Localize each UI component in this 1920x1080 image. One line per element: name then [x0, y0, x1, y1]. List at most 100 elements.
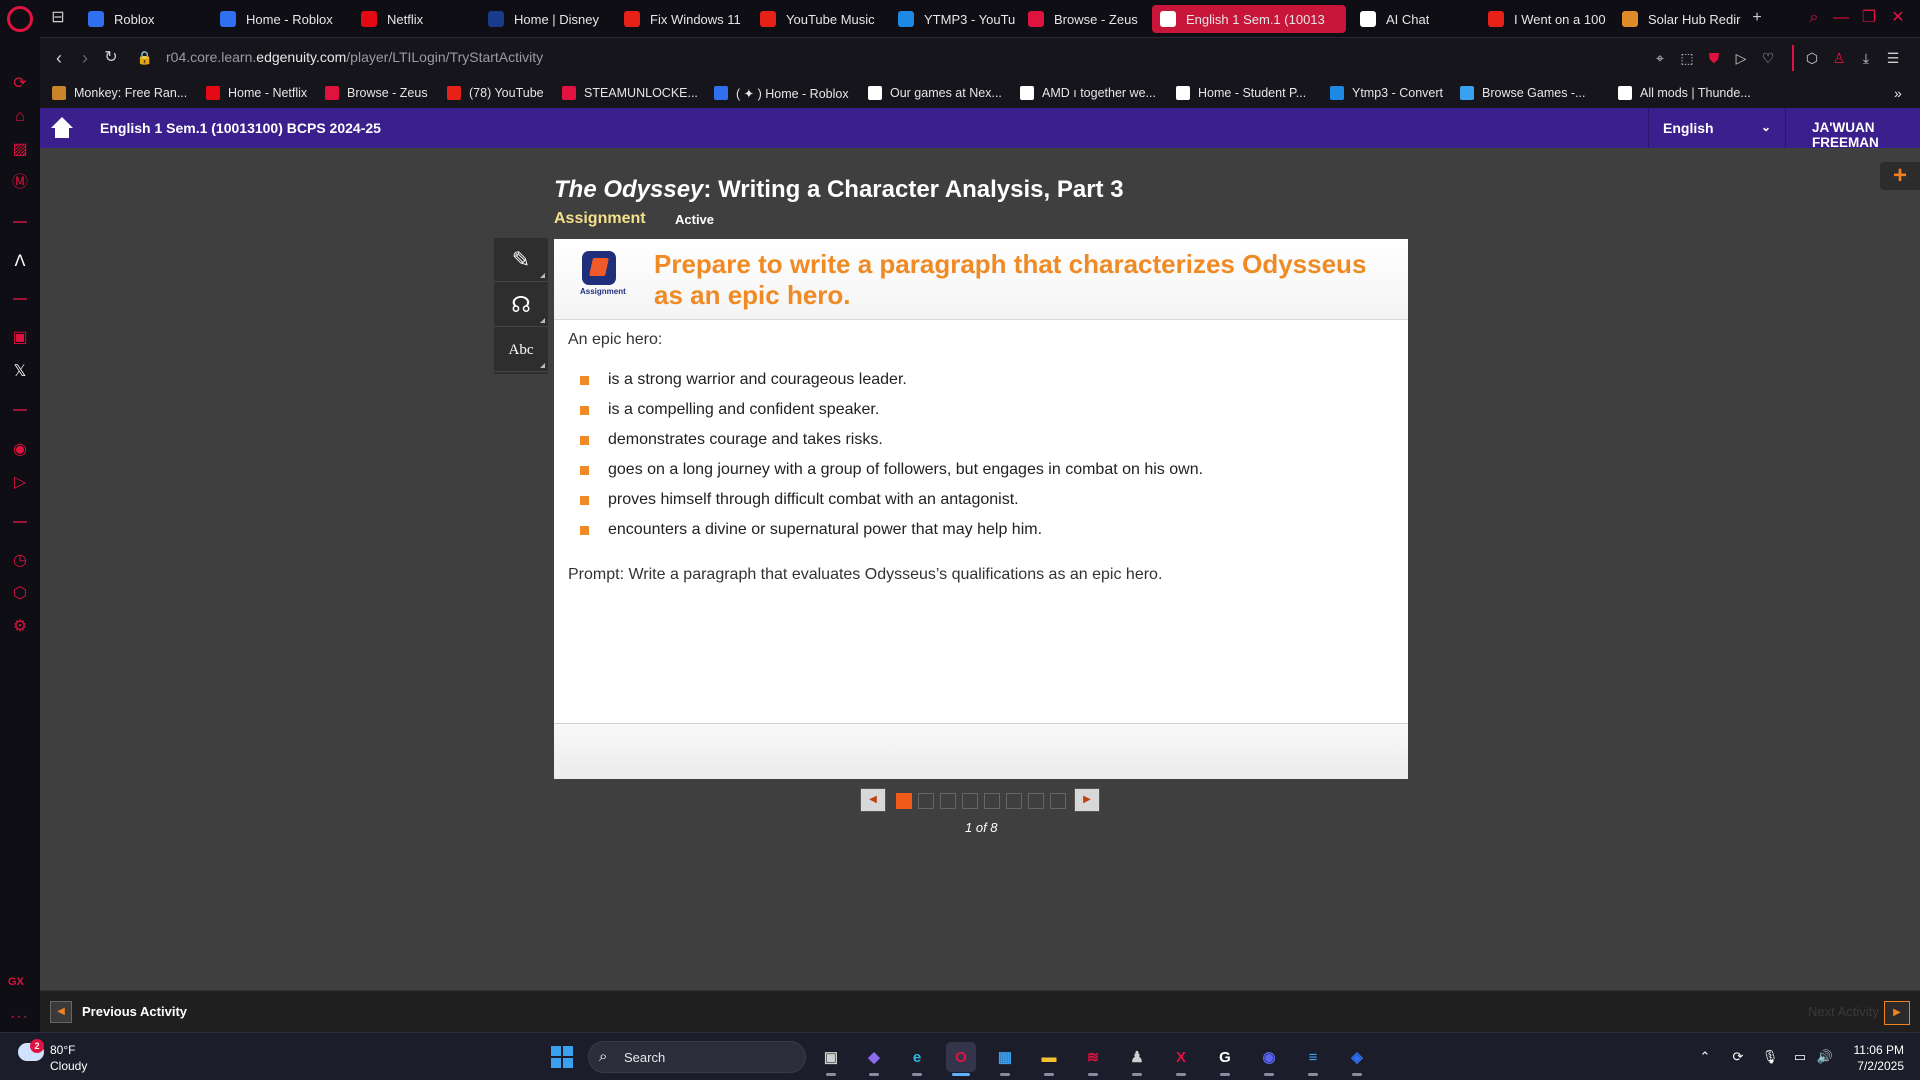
language-select[interactable]: English ⌄ — [1648, 108, 1786, 148]
headphones-icon[interactable]: ☊ — [494, 283, 548, 327]
sidebar-app-icon[interactable]: ᐱ — [10, 252, 30, 272]
pencil-icon[interactable]: ✎ — [494, 238, 548, 282]
extensions-puzzle-icon[interactable]: ⬡ — [1802, 48, 1822, 68]
network-icon[interactable]: ▭ — [1791, 1048, 1809, 1066]
microphone-icon[interactable]: 🎙 — [1761, 1048, 1779, 1066]
browser-tab[interactable]: Fix Windows 11 — [616, 5, 748, 33]
easy-setup-menu-icon[interactable]: ☰ — [1883, 48, 1903, 68]
download-icon[interactable]: ⤓ — [1856, 48, 1876, 68]
new-tab-button[interactable]: + — [1747, 8, 1767, 28]
browser-tab[interactable]: AI Chat — [1352, 5, 1462, 33]
gx-corner-icon[interactable]: ⌂ — [10, 107, 30, 127]
browser-tab[interactable]: Home - Roblox — [212, 5, 352, 33]
settings-gear-icon[interactable]: ⚙ — [10, 617, 30, 637]
bookmark-item[interactable]: Our games at Nex... — [868, 83, 1002, 103]
previous-page-button[interactable]: ◀ — [860, 788, 886, 812]
search-tabs-icon[interactable]: ⌕ — [1804, 8, 1824, 28]
clock-time[interactable]: 11:06 PM — [1850, 1043, 1904, 1057]
page-dot[interactable] — [984, 793, 1000, 809]
bookmark-item[interactable]: Ytmp3 - Convert — [1330, 83, 1443, 103]
dictionary-icon[interactable]: Abc — [494, 328, 548, 372]
clock-date[interactable]: 7/2/2025 — [1850, 1059, 1904, 1073]
vpn-shield-icon[interactable]: ⛊ — [1704, 48, 1724, 68]
extensions-icon[interactable]: ⬡ — [10, 584, 30, 604]
bookmark-item[interactable]: ( ✦ ) Home - Roblox — [714, 83, 849, 103]
edge-icon[interactable]: e — [902, 1042, 932, 1076]
bookmark-item[interactable]: (78) YouTube — [447, 83, 544, 103]
snapshot-icon[interactable]: ⬚ — [1677, 48, 1697, 68]
forward-button[interactable]: › — [74, 47, 96, 69]
notepad-icon[interactable]: ≡ — [1298, 1042, 1328, 1076]
gx-mail-icon[interactable]: Ⓜ — [10, 173, 30, 193]
gx-control-icon[interactable]: ⟳ — [10, 74, 30, 94]
game-app-icon[interactable]: ♟ — [1122, 1042, 1152, 1076]
heart-icon[interactable]: ♡ — [1758, 48, 1778, 68]
browser-tab[interactable]: YTMP3 - YouTu — [890, 5, 1028, 33]
expand-plus-button[interactable]: + — [1880, 162, 1920, 190]
bookmark-item[interactable]: Monkey: Free Ran... — [52, 83, 187, 103]
bookmark-item[interactable]: Browse - Zeus — [325, 83, 428, 103]
opera-gx-logo-icon[interactable] — [7, 6, 33, 32]
maximize-button[interactable]: ❐ — [1859, 8, 1879, 28]
page-dot[interactable] — [896, 793, 912, 809]
next-page-button[interactable]: ▶ — [1074, 788, 1100, 812]
roblox-icon[interactable]: ◈ — [1342, 1042, 1372, 1076]
browser-tab[interactable]: Roblox — [80, 5, 200, 33]
lock-icon[interactable]: 🔒 — [134, 47, 156, 69]
microsoft-store-icon[interactable]: ▦ — [990, 1042, 1020, 1076]
browser-tab[interactable]: YouTube Music — [752, 5, 902, 33]
bookmark-item[interactable]: Browse Games -... — [1460, 83, 1586, 103]
play-icon[interactable]: ▷ — [10, 473, 30, 493]
xbox-style-icon[interactable]: X — [1166, 1042, 1196, 1076]
user-name[interactable]: JA'WUAN FREEMAN — [1812, 120, 1920, 150]
task-view-icon[interactable]: ▣ — [816, 1042, 846, 1076]
copilot-icon[interactable]: ◆ — [859, 1042, 889, 1076]
bookmark-item[interactable]: STEAMUNLOCKE... — [562, 83, 698, 103]
send-icon[interactable]: ▷ — [1731, 48, 1751, 68]
weather-description[interactable]: Cloudy — [50, 1059, 87, 1073]
back-button[interactable]: ‹ — [48, 47, 70, 69]
history-icon[interactable]: ◷ — [10, 551, 30, 571]
profile-icon[interactable]: ♙ — [1829, 48, 1849, 68]
volume-icon[interactable]: 🔊 — [1816, 1048, 1834, 1066]
windows-start-button[interactable] — [551, 1046, 573, 1068]
url-field[interactable]: r04.core.learn.edgenuity.com/player/LTIL… — [166, 49, 543, 65]
twitch-icon[interactable]: ▣ — [10, 328, 30, 348]
browser-tab[interactable]: Solar Hub Redir — [1614, 5, 1742, 33]
discord-icon[interactable]: ◉ — [1254, 1042, 1284, 1076]
previous-activity-button[interactable]: Previous Activity — [82, 1004, 187, 1019]
browser-tab[interactable]: Browse - Zeus — [1020, 5, 1168, 33]
previous-activity-arrow-icon[interactable]: ◀ — [50, 1001, 72, 1023]
browser-tab[interactable]: Netflix — [353, 5, 453, 33]
bookmark-item[interactable]: Home - Netflix — [206, 83, 307, 103]
page-dot[interactable] — [1006, 793, 1022, 809]
bookmark-item[interactable]: All mods | Thunde... — [1618, 83, 1751, 103]
tab-menu-icon[interactable]: ⊟ — [48, 8, 68, 28]
weather-temperature[interactable]: 80°F — [50, 1043, 75, 1057]
gx-cleaner-icon[interactable]: ▨ — [10, 140, 30, 160]
page-dot[interactable] — [1050, 793, 1066, 809]
music-player-icon[interactable]: ◉ — [10, 440, 30, 460]
page-dot[interactable] — [940, 793, 956, 809]
sync-icon[interactable]: ⟳ — [1729, 1048, 1747, 1066]
opera-gx-icon[interactable]: O — [946, 1042, 976, 1076]
close-window-button[interactable]: ✕ — [1888, 8, 1908, 28]
more-dots-icon[interactable]: ··· — [10, 1008, 29, 1026]
reload-button[interactable]: ↻ — [100, 47, 122, 69]
g-hub-icon[interactable]: G — [1210, 1042, 1240, 1076]
minimize-button[interactable]: — — [1831, 8, 1851, 28]
file-explorer-icon[interactable]: ▬ — [1034, 1042, 1064, 1076]
x-twitter-icon[interactable]: 𝕏 — [10, 362, 30, 382]
browser-tab[interactable]: English 1 Sem.1 (10013 — [1152, 5, 1346, 33]
pin-icon[interactable]: ⌖ — [1650, 48, 1670, 68]
page-dot[interactable] — [1028, 793, 1044, 809]
chevron-up-icon[interactable]: ⌃ — [1696, 1048, 1714, 1066]
home-icon[interactable] — [51, 117, 73, 139]
bookmark-item[interactable]: AMD ı together we... — [1020, 83, 1156, 103]
bookmark-item[interactable]: Home - Student P... — [1176, 83, 1306, 103]
next-activity-button[interactable]: Next Activity — [1808, 1004, 1879, 1019]
bookmarks-overflow-icon[interactable]: » — [1894, 83, 1902, 103]
browser-tab[interactable]: I Went on a 100 — [1480, 5, 1612, 33]
page-dot[interactable] — [962, 793, 978, 809]
page-dot[interactable] — [918, 793, 934, 809]
